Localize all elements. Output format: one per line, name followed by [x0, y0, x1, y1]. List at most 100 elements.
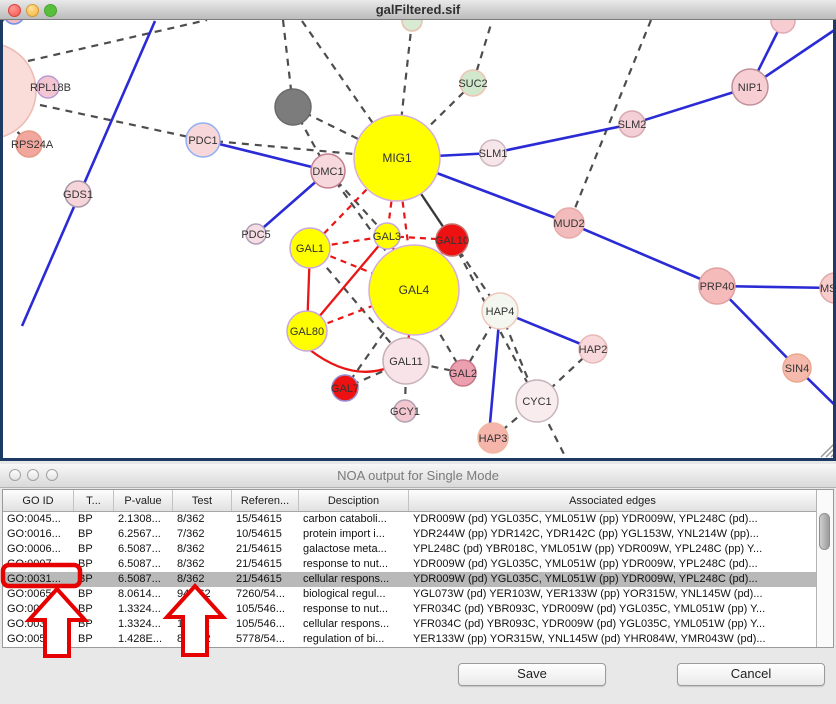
node-label: RPS24A [11, 139, 54, 151]
cell-associated-edges[interactable]: YDR244W (pp) YDR142C, YDR142C (pp) YGL15… [409, 527, 816, 542]
cell-description[interactable]: response to nut... [299, 602, 409, 617]
cell-description[interactable]: carbon cataboli... [299, 512, 409, 527]
cell-reference[interactable]: 10/54615 [232, 527, 299, 542]
cell-test[interactable]: 11/362 [173, 602, 232, 617]
cell-associated-edges[interactable]: YGL073W (pd) YER103W, YER133W (pp) YOR31… [409, 587, 816, 602]
cell-p-value[interactable]: 6.5087... [114, 572, 173, 587]
cell-associated-edges[interactable]: YFR034C (pd) YBR093C, YDR009W (pd) YGL03… [409, 617, 816, 632]
cell-go-id[interactable]: GO:0006... [3, 542, 74, 557]
cell-type[interactable]: BP [74, 587, 114, 602]
cell-type[interactable]: BP [74, 527, 114, 542]
column-header-p-value[interactable]: P-value [114, 490, 173, 511]
cell-test[interactable]: 11/362 [173, 617, 232, 632]
cell-test[interactable]: 8/362 [173, 572, 232, 587]
node-partial-top-center[interactable] [402, 20, 422, 31]
node-label: GAL11 [389, 356, 422, 368]
cell-type[interactable]: BP [74, 602, 114, 617]
cell-type[interactable]: BP [74, 632, 114, 647]
cell-test[interactable]: 8/362 [173, 542, 232, 557]
table-row[interactable]: GO:0006... BP 6.5087... 8/362 21/54615 g… [3, 542, 816, 557]
table-row[interactable]: GO:0031... BP 1.3324... 11/362 105/546..… [3, 617, 816, 632]
cell-description[interactable]: cellular respons... [299, 572, 409, 587]
cell-type[interactable]: BP [74, 617, 114, 632]
column-header-go-id[interactable]: GO ID [3, 490, 74, 511]
cell-reference[interactable]: 21/54615 [232, 542, 299, 557]
cell-p-value[interactable]: 6.5087... [114, 542, 173, 557]
cell-go-id[interactable]: GO:0007... [3, 557, 74, 572]
cell-p-value[interactable]: 6.2567... [114, 527, 173, 542]
cell-description[interactable]: galactose meta... [299, 542, 409, 557]
column-header-reference[interactable]: Referen... [232, 490, 299, 511]
node-label: SLM1 [479, 148, 508, 160]
cell-test[interactable]: 80/362 [173, 632, 232, 647]
cell-associated-edges[interactable]: YER133W (pp) YOR315W, YNL145W (pd) YHR08… [409, 632, 816, 647]
network-graph: RPL18B RPS24A GDS1 PDC1 DMC1 MIG1 PDC5 G… [0, 20, 836, 458]
cancel-button[interactable]: Cancel [677, 663, 825, 686]
table-scrollbar[interactable] [816, 490, 833, 647]
cell-type[interactable]: BP [74, 512, 114, 527]
node-label: GAL1 [296, 243, 324, 255]
node-partial-top-left[interactable] [4, 20, 24, 24]
scrollbar-thumb[interactable] [819, 513, 830, 550]
cell-reference[interactable]: 5778/54... [232, 632, 299, 647]
table-row[interactable]: GO:0016... BP 6.2567... 7/362 10/54615 p… [3, 527, 816, 542]
cell-description[interactable]: protein import i... [299, 527, 409, 542]
cell-reference[interactable]: 105/546... [232, 617, 299, 632]
cell-p-value[interactable]: 1.428E... [114, 632, 173, 647]
cell-p-value[interactable]: 6.5087... [114, 557, 173, 572]
cell-description[interactable]: regulation of bi... [299, 632, 409, 647]
cell-reference[interactable]: 21/54615 [232, 572, 299, 587]
node-partial-top-right[interactable] [771, 20, 795, 33]
save-button[interactable]: Save [458, 663, 606, 686]
column-header-type[interactable]: T... [74, 490, 114, 511]
cell-type[interactable]: BP [74, 572, 114, 587]
table-row[interactable]: GO:0031... BP 1.3324... 11/362 105/546..… [3, 602, 816, 617]
cell-test[interactable]: 7/362 [173, 527, 232, 542]
cell-go-id[interactable]: GO:0050... [3, 632, 74, 647]
cell-description[interactable]: response to nut... [299, 557, 409, 572]
cell-go-id[interactable]: GO:0045... [3, 512, 74, 527]
column-header-associated-edges[interactable]: Associated edges [409, 490, 816, 511]
cell-go-id[interactable]: GO:0065... [3, 587, 74, 602]
cell-associated-edges[interactable]: YDR009W (pd) YGL035C, YML051W (pp) YDR00… [409, 512, 816, 527]
node-label: GAL3 [373, 231, 401, 243]
table-row[interactable]: GO:0007... BP 6.5087... 8/362 21/54615 r… [3, 557, 816, 572]
table-row-selected[interactable]: GO:0031... BP 6.5087... 8/362 21/54615 c… [3, 572, 816, 587]
node-label: RPL18B [30, 82, 71, 94]
cell-p-value[interactable]: 2.1308... [114, 512, 173, 527]
cell-associated-edges[interactable]: YPL248C (pd) YBR018C, YML051W (pp) YDR00… [409, 542, 816, 557]
cell-associated-edges[interactable]: YDR009W (pd) YGL035C, YML051W (pp) YDR00… [409, 572, 816, 587]
cell-go-id[interactable]: GO:0031... [3, 617, 74, 632]
network-canvas[interactable]: RPL18B RPS24A GDS1 PDC1 DMC1 MIG1 PDC5 G… [0, 20, 836, 458]
network-nodes[interactable] [0, 20, 836, 453]
cell-go-id[interactable]: GO:0031... [3, 602, 74, 617]
column-header-test[interactable]: Test [173, 490, 232, 511]
cell-description[interactable]: cellular respons... [299, 617, 409, 632]
cell-reference[interactable]: 7260/54... [232, 587, 299, 602]
cell-reference[interactable]: 21/54615 [232, 557, 299, 572]
cell-test[interactable]: 8/362 [173, 512, 232, 527]
cell-go-id[interactable]: GO:0031... [3, 572, 74, 587]
cell-p-value[interactable]: 1.3324... [114, 617, 173, 632]
cell-test[interactable]: 8/362 [173, 557, 232, 572]
table-row[interactable]: GO:0065... BP 8.0614... 94/362 7260/54..… [3, 587, 816, 602]
cell-reference[interactable]: 105/546... [232, 602, 299, 617]
node-label: HAP2 [579, 344, 608, 356]
cell-type[interactable]: BP [74, 542, 114, 557]
node-label: GAL80 [290, 326, 324, 338]
cell-go-id[interactable]: GO:0016... [3, 527, 74, 542]
cell-type[interactable]: BP [74, 557, 114, 572]
cell-test[interactable]: 94/362 [173, 587, 232, 602]
cell-p-value[interactable]: 8.0614... [114, 587, 173, 602]
table-row[interactable]: GO:0050... BP 1.428E... 80/362 5778/54..… [3, 632, 816, 647]
node-gray[interactable] [275, 89, 311, 125]
node-label: SIN4 [785, 363, 809, 375]
column-header-description[interactable]: Desciption [299, 490, 409, 511]
cell-associated-edges[interactable]: YDR009W (pd) YGL035C, YML051W (pp) YDR00… [409, 557, 816, 572]
cell-reference[interactable]: 15/54615 [232, 512, 299, 527]
node-label: GAL2 [449, 368, 477, 380]
cell-description[interactable]: biological regul... [299, 587, 409, 602]
cell-associated-edges[interactable]: YFR034C (pd) YBR093C, YDR009W (pd) YGL03… [409, 602, 816, 617]
table-row[interactable]: GO:0045... BP 2.1308... 8/362 15/54615 c… [3, 512, 816, 527]
cell-p-value[interactable]: 1.3324... [114, 602, 173, 617]
